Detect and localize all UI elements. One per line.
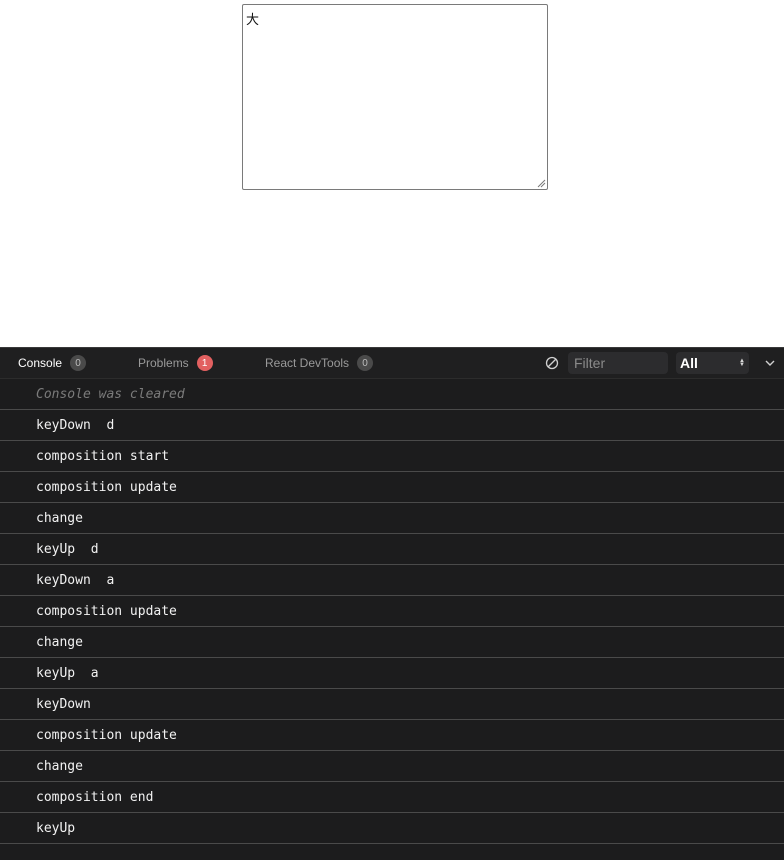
console-log-entry: keyUp a <box>0 658 784 689</box>
tab-problems-count-badge: 1 <box>196 355 213 371</box>
console-log-entry: keyDown <box>0 689 784 720</box>
tab-react-devtools-label: React DevTools <box>265 356 350 370</box>
console-log-entry: composition end <box>0 782 784 813</box>
console-log-entry: keyUp <box>0 813 784 844</box>
text-area[interactable]: 大 <box>242 4 548 190</box>
console-log-list: keyDown d composition start composition … <box>0 410 784 844</box>
resize-grip-icon[interactable] <box>537 179 546 188</box>
console-log-entry: keyDown d <box>0 410 784 441</box>
devtools-toolbar: Console 0 Problems 1 React DevTools 0 Al… <box>0 348 784 379</box>
tab-console-label: Console <box>18 356 63 370</box>
console-log-entry: composition start <box>0 441 784 472</box>
console-log-entry: change <box>0 503 784 534</box>
console-log-entry: keyDown a <box>0 565 784 596</box>
tab-console[interactable]: Console 0 <box>18 348 87 378</box>
filter-input[interactable] <box>568 352 668 374</box>
console-cleared-message: Console was cleared <box>0 379 784 410</box>
log-level-select[interactable]: All ▲ ▼ <box>676 352 749 374</box>
tab-react-devtools-count-badge: 0 <box>357 355 374 371</box>
select-arrows-icon: ▲ ▼ <box>739 358 745 368</box>
tab-react-devtools[interactable]: React DevTools 0 <box>265 348 374 378</box>
console-log-entry: change <box>0 751 784 782</box>
tab-console-count-badge: 0 <box>70 355 87 371</box>
text-area-value: 大 <box>246 13 260 28</box>
preview-pane: 大 <box>0 0 784 347</box>
console-log-entry: composition update <box>0 472 784 503</box>
console-log-entry: composition update <box>0 596 784 627</box>
tab-problems-label: Problems <box>138 356 189 370</box>
log-level-selected: All <box>680 355 698 371</box>
tab-problems[interactable]: Problems 1 <box>138 348 213 378</box>
chevron-down-icon[interactable] <box>764 358 776 368</box>
console-log-entry: composition update <box>0 720 784 751</box>
clear-console-icon[interactable] <box>545 356 559 370</box>
devtools-panel: Console 0 Problems 1 React DevTools 0 Al… <box>0 347 784 860</box>
console-log-entry: keyUp d <box>0 534 784 565</box>
console-log-entry: change <box>0 627 784 658</box>
